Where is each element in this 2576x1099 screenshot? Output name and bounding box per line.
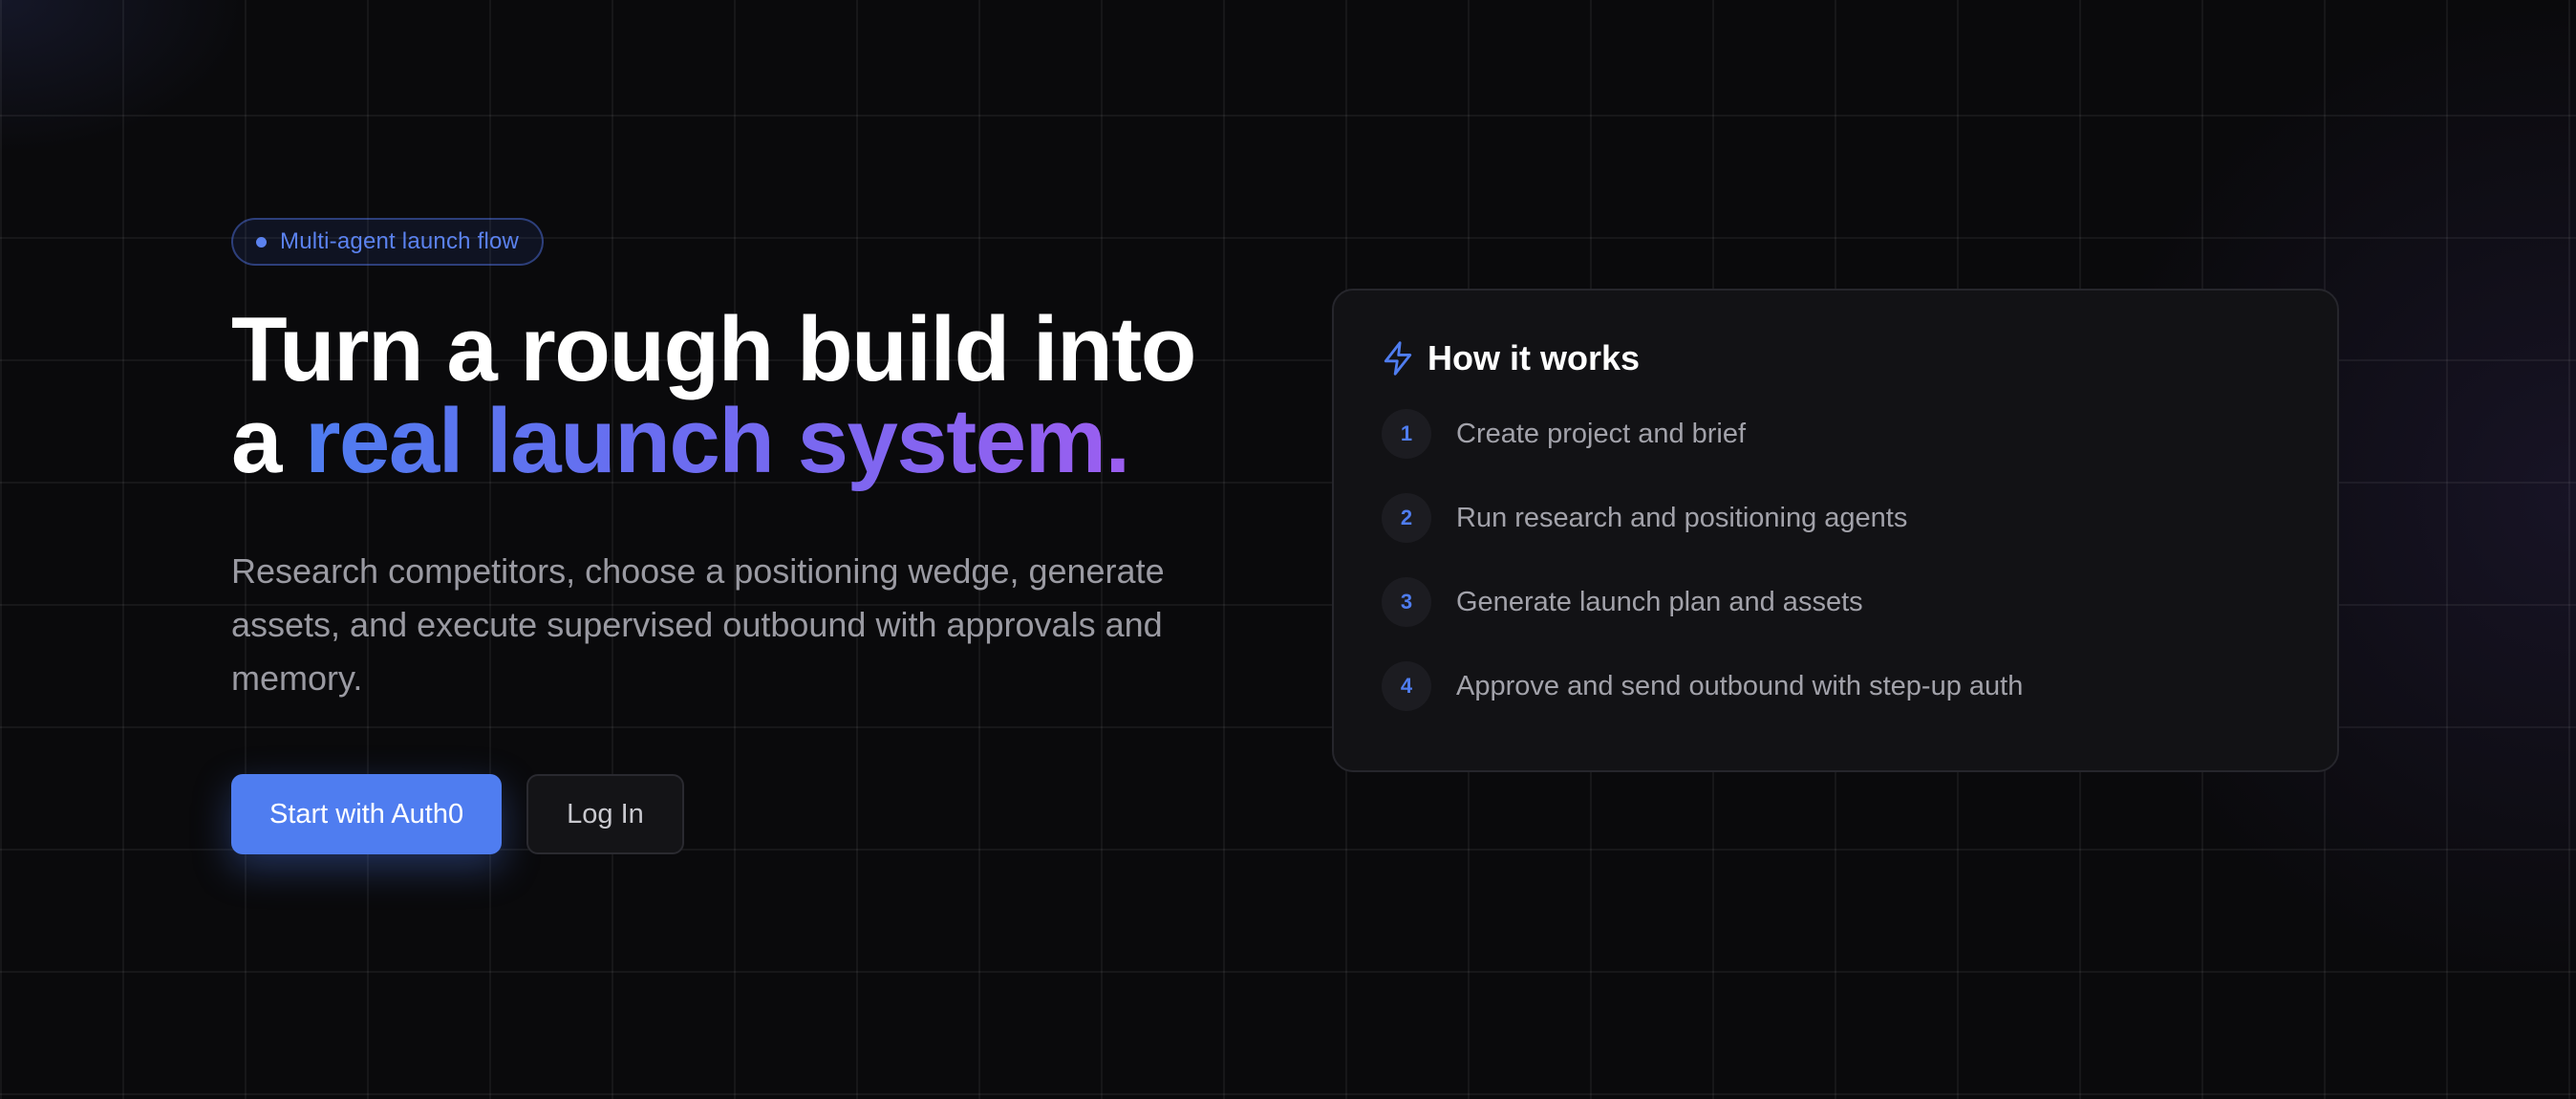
log-in-button[interactable]: Log In xyxy=(526,774,684,854)
feature-badge: Multi-agent launch flow xyxy=(231,218,545,266)
step-number-badge: 1 xyxy=(1382,409,1431,459)
card-title: How it works xyxy=(1428,338,1641,377)
landing-page: Multi-agent launch flow Turn a rough bui… xyxy=(0,0,2576,1099)
step-text: Approve and send outbound with step-up a… xyxy=(1456,670,2024,701)
steps-list: 1 Create project and brief 2 Run researc… xyxy=(1382,407,2289,713)
hero-section: Multi-agent launch flow Turn a rough bui… xyxy=(231,218,1225,854)
headline-line-2-prefix: a xyxy=(231,390,306,492)
hero-headline: Turn a rough build into a real launch sy… xyxy=(231,304,1225,487)
how-it-works-card: How it works 1 Create project and brief … xyxy=(1332,289,2339,772)
step-number-badge: 3 xyxy=(1382,577,1431,627)
step-text: Create project and brief xyxy=(1456,418,1747,449)
card-header: How it works xyxy=(1382,338,2289,378)
step-item: 4 Approve and send outbound with step-up… xyxy=(1382,659,2289,713)
step-item: 3 Generate launch plan and assets xyxy=(1382,575,2289,629)
step-item: 2 Run research and positioning agents xyxy=(1382,491,2289,545)
badge-label: Multi-agent launch flow xyxy=(280,228,520,254)
start-with-auth0-button[interactable]: Start with Auth0 xyxy=(231,774,503,854)
hero-description: Research competitors, choose a positioni… xyxy=(231,551,1165,698)
step-number-badge: 4 xyxy=(1382,661,1431,711)
step-text: Run research and positioning agents xyxy=(1456,502,1908,533)
lightning-bolt-icon xyxy=(1382,340,1414,377)
headline-line-1: Turn a rough build into xyxy=(231,298,1196,400)
badge-dot-icon xyxy=(256,236,267,248)
step-text: Generate launch plan and assets xyxy=(1456,586,1863,617)
headline-line-2: a real launch system. xyxy=(231,396,1225,487)
hero-actions: Start with Auth0 Log In xyxy=(231,774,1225,854)
step-number-badge: 2 xyxy=(1382,493,1431,543)
headline-highlight: real launch system. xyxy=(305,390,1130,492)
step-item: 1 Create project and brief xyxy=(1382,407,2289,461)
